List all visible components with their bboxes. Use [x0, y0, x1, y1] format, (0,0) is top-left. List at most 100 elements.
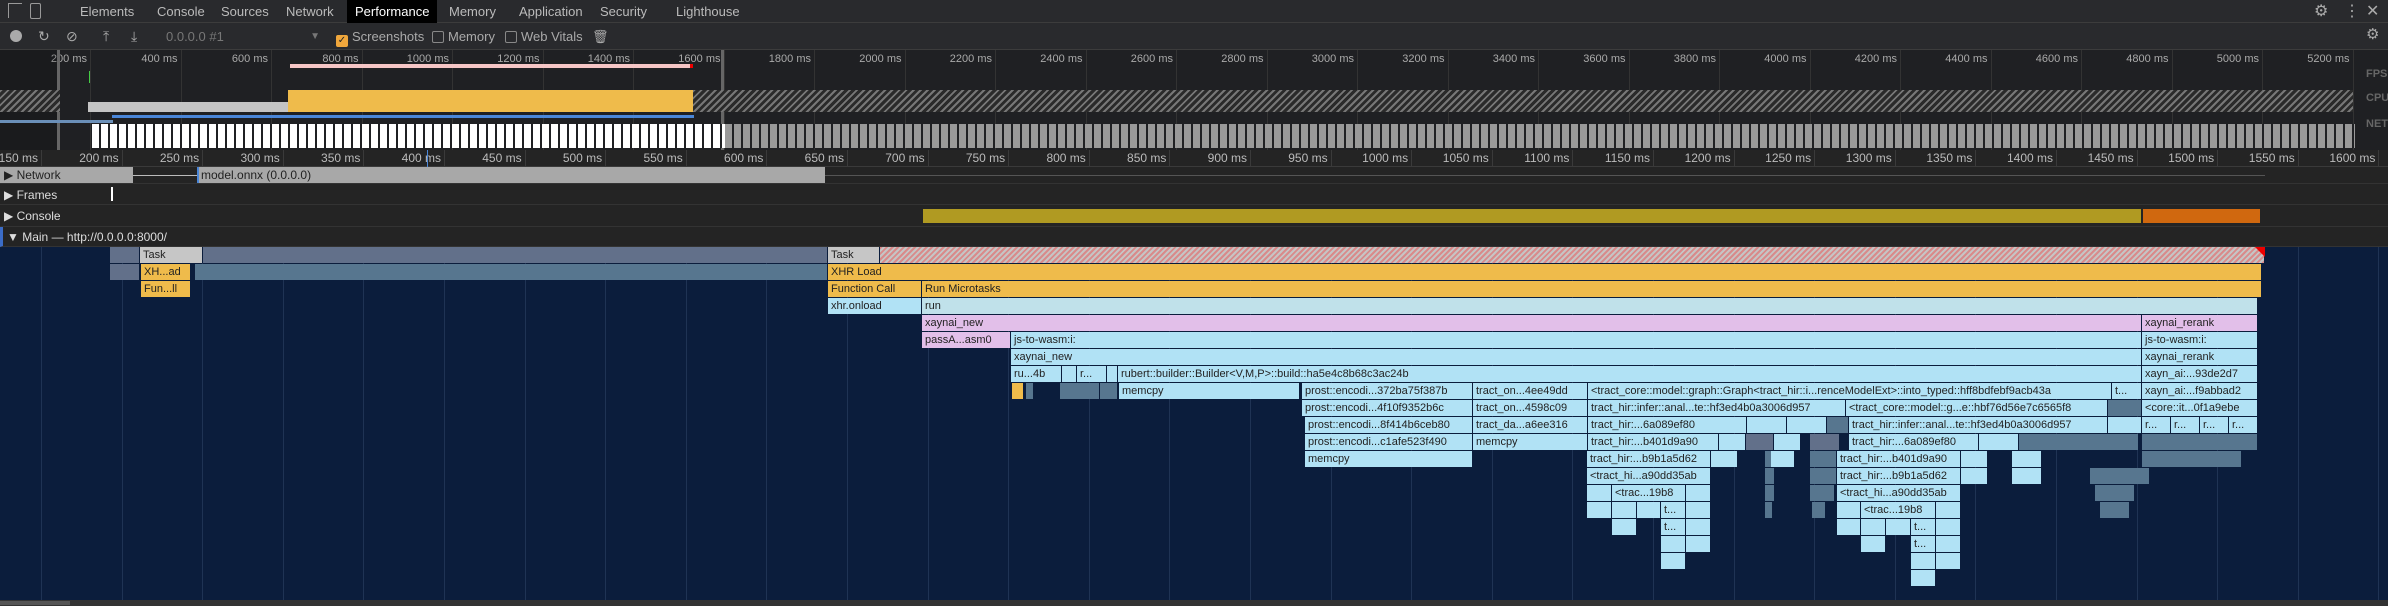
main-track-header[interactable]: ▼ Main — http://0.0.0.0:8000/: [0, 227, 2388, 247]
flame-event-fun-small[interactable]: Fun...ll: [141, 281, 191, 297]
flame-event-memcpy-1[interactable]: memcpy: [1119, 383, 1300, 399]
flame-event[interactable]: [2142, 451, 2242, 467]
clear-icon[interactable]: ⊘: [66, 28, 78, 45]
flame-event-r2[interactable]: r...: [2171, 417, 2200, 433]
flame-event-js-to-wasm-2[interactable]: js-to-wasm:i:: [2142, 332, 2258, 348]
flame-event[interactable]: [1686, 536, 1711, 552]
horizontal-scrollbar[interactable]: [0, 600, 2388, 606]
more-options-icon[interactable]: ⋮: [2344, 1, 2360, 21]
flame-event[interactable]: [1765, 485, 1775, 501]
main-flame-chart[interactable]: Task XH...ad Fun...ll Task XHR Load Function …: [0, 247, 2388, 600]
capture-settings-icon[interactable]: ⚙: [2366, 26, 2379, 43]
flame-event[interactable]: [1837, 502, 1861, 518]
flame-event[interactable]: [1936, 502, 1961, 518]
flame-event[interactable]: [1774, 434, 1801, 450]
flame-event-prost-4[interactable]: prost::encodi...c1afe523f490: [1305, 434, 1473, 450]
flame-event-r1[interactable]: r...: [2142, 417, 2171, 433]
flame-event-trac19-1[interactable]: <trac...19b8: [1612, 485, 1686, 501]
flame-event-xaynai-rerank-2[interactable]: xaynai_rerank: [2142, 349, 2258, 365]
network-track[interactable]: ▶ Network model.onnx (0.0.0.0): [0, 167, 2388, 184]
network-request-model-onnx[interactable]: model.onnx (0.0.0.0): [197, 167, 825, 183]
timeline-overview[interactable]: 200 ms 400 ms 600 ms 800 ms 1000 ms 1200 ms 14…: [0, 50, 2388, 150]
flame-event-into-typed[interactable]: <tract_core::model::graph::Graph<tract_h…: [1588, 383, 2112, 399]
flame-event-function-call[interactable]: Function Call: [828, 281, 922, 297]
flame-event[interactable]: [1936, 536, 1961, 552]
flame-event-trac19-2[interactable]: <trac...19b8: [1861, 502, 1936, 518]
flame-event-r3[interactable]: r...: [2200, 417, 2229, 433]
flame-event[interactable]: [1979, 434, 2019, 450]
tab-memory[interactable]: Memory: [441, 0, 504, 23]
flame-event-run-microtasks[interactable]: Run Microtasks: [922, 281, 2262, 297]
flame-event[interactable]: [1686, 519, 1711, 535]
flame-event-passA[interactable]: passA...asm0: [922, 332, 1011, 348]
flame-event[interactable]: [1886, 519, 1911, 535]
flame-event-r4[interactable]: r...: [2229, 417, 2258, 433]
flame-event-task[interactable]: Task: [828, 247, 880, 263]
flame-event[interactable]: [1810, 451, 1837, 467]
flame-event[interactable]: [1765, 502, 1773, 518]
profile-select[interactable]: 0.0.0.0 #1 ▼: [166, 28, 320, 45]
download-icon[interactable]: ⤓: [131, 28, 137, 45]
flame-event[interactable]: [1936, 553, 1961, 569]
flame-event[interactable]: [1861, 519, 1886, 535]
flame-event[interactable]: [880, 247, 2265, 263]
tab-performance[interactable]: Performance: [347, 0, 438, 23]
flame-event[interactable]: [1861, 536, 1886, 552]
tab-lighthouse[interactable]: Lighthouse: [668, 0, 748, 23]
screenshots-checkbox[interactable]: ✓ Screenshots: [336, 28, 424, 47]
memory-checkbox[interactable]: Memory: [432, 28, 495, 45]
scrollbar-thumb[interactable]: [0, 601, 70, 605]
flame-event[interactable]: [1100, 383, 1118, 399]
console-track[interactable]: ▶ Console: [0, 205, 2388, 227]
flame-event-memcpy-3[interactable]: memcpy: [1305, 451, 1473, 467]
flame-event[interactable]: [2019, 434, 2139, 450]
flame-event[interactable]: [1637, 502, 1661, 518]
flame-event[interactable]: [2100, 502, 2130, 518]
flame-event[interactable]: [1747, 417, 1787, 433]
flame-event-tract-da[interactable]: tract_da...a6ee316: [1473, 417, 1588, 433]
flame-event[interactable]: [1837, 519, 1861, 535]
flame-event[interactable]: [1810, 468, 1837, 484]
flame-event[interactable]: [1012, 383, 1024, 399]
console-time-bar-2[interactable]: [2143, 209, 2260, 223]
flame-event-xaynai-new[interactable]: xaynai_new: [922, 315, 2142, 331]
flame-event-core-it[interactable]: <core::it...0f1a9ebe: [2142, 400, 2258, 416]
flame-event-js-to-wasm[interactable]: js-to-wasm:i:: [1011, 332, 2142, 348]
flame-event[interactable]: [2095, 485, 2135, 501]
flame-event[interactable]: [1661, 536, 1686, 552]
flame-event[interactable]: [1587, 485, 1612, 501]
flame-event-prost-2[interactable]: prost::encodi...4f10f9352b6c: [1302, 400, 1473, 416]
flame-event[interactable]: [1787, 417, 1827, 433]
flame-event[interactable]: [1612, 502, 1637, 518]
flame-event-prost-3[interactable]: prost::encodi...8f414b6ceb80: [1305, 417, 1473, 433]
device-toolbar-icon[interactable]: [30, 3, 41, 19]
tab-elements[interactable]: Elements: [72, 0, 142, 23]
flame-event-hir-b9-1[interactable]: tract_hir:...b9b1a5d62: [1587, 451, 1711, 467]
flame-event-tract-on-1[interactable]: tract_on...4ee49dd: [1473, 383, 1588, 399]
flame-event[interactable]: [1810, 434, 1840, 450]
frames-track[interactable]: ▶ Frames: [0, 184, 2388, 205]
flame-event-hir-b4-1[interactable]: tract_hir:...b401d9a90: [1588, 434, 1719, 450]
flame-event[interactable]: [2142, 434, 2258, 450]
flame-event[interactable]: [1812, 502, 1826, 518]
flame-event[interactable]: [1911, 570, 1936, 586]
flame-event-infer-2[interactable]: tract_hir::infer::anal...te::hf3ed4b0a30…: [1849, 417, 2108, 433]
flame-event[interactable]: [1827, 417, 1849, 433]
flame-event-ru4b[interactable]: ru...4b: [1011, 366, 1062, 382]
flame-event[interactable]: [1771, 451, 1795, 467]
flame-event-t-c[interactable]: t...: [1911, 519, 1936, 535]
flame-event[interactable]: [195, 264, 828, 280]
inspect-element-icon[interactable]: [8, 3, 22, 18]
flame-event-t-dots-1[interactable]: t...: [2112, 383, 2142, 399]
flame-event[interactable]: [2108, 417, 2142, 433]
flame-event[interactable]: [1765, 468, 1775, 484]
flame-event-xhr-small[interactable]: XH...ad: [141, 264, 191, 280]
close-icon[interactable]: ✕: [2366, 1, 2379, 21]
flame-event-xaynai-rerank[interactable]: xaynai_rerank: [2142, 315, 2258, 331]
tab-sources[interactable]: Sources: [213, 0, 277, 23]
tab-application[interactable]: Application: [511, 0, 591, 23]
flame-event-hir-6a-2[interactable]: tract_hir:...6a089ef80: [1849, 434, 1979, 450]
trash-icon[interactable]: 🗑: [592, 28, 609, 45]
flame-event-xayn-f9[interactable]: xayn_ai:...f9abbad2: [2142, 383, 2258, 399]
flame-event[interactable]: [1911, 553, 1936, 569]
